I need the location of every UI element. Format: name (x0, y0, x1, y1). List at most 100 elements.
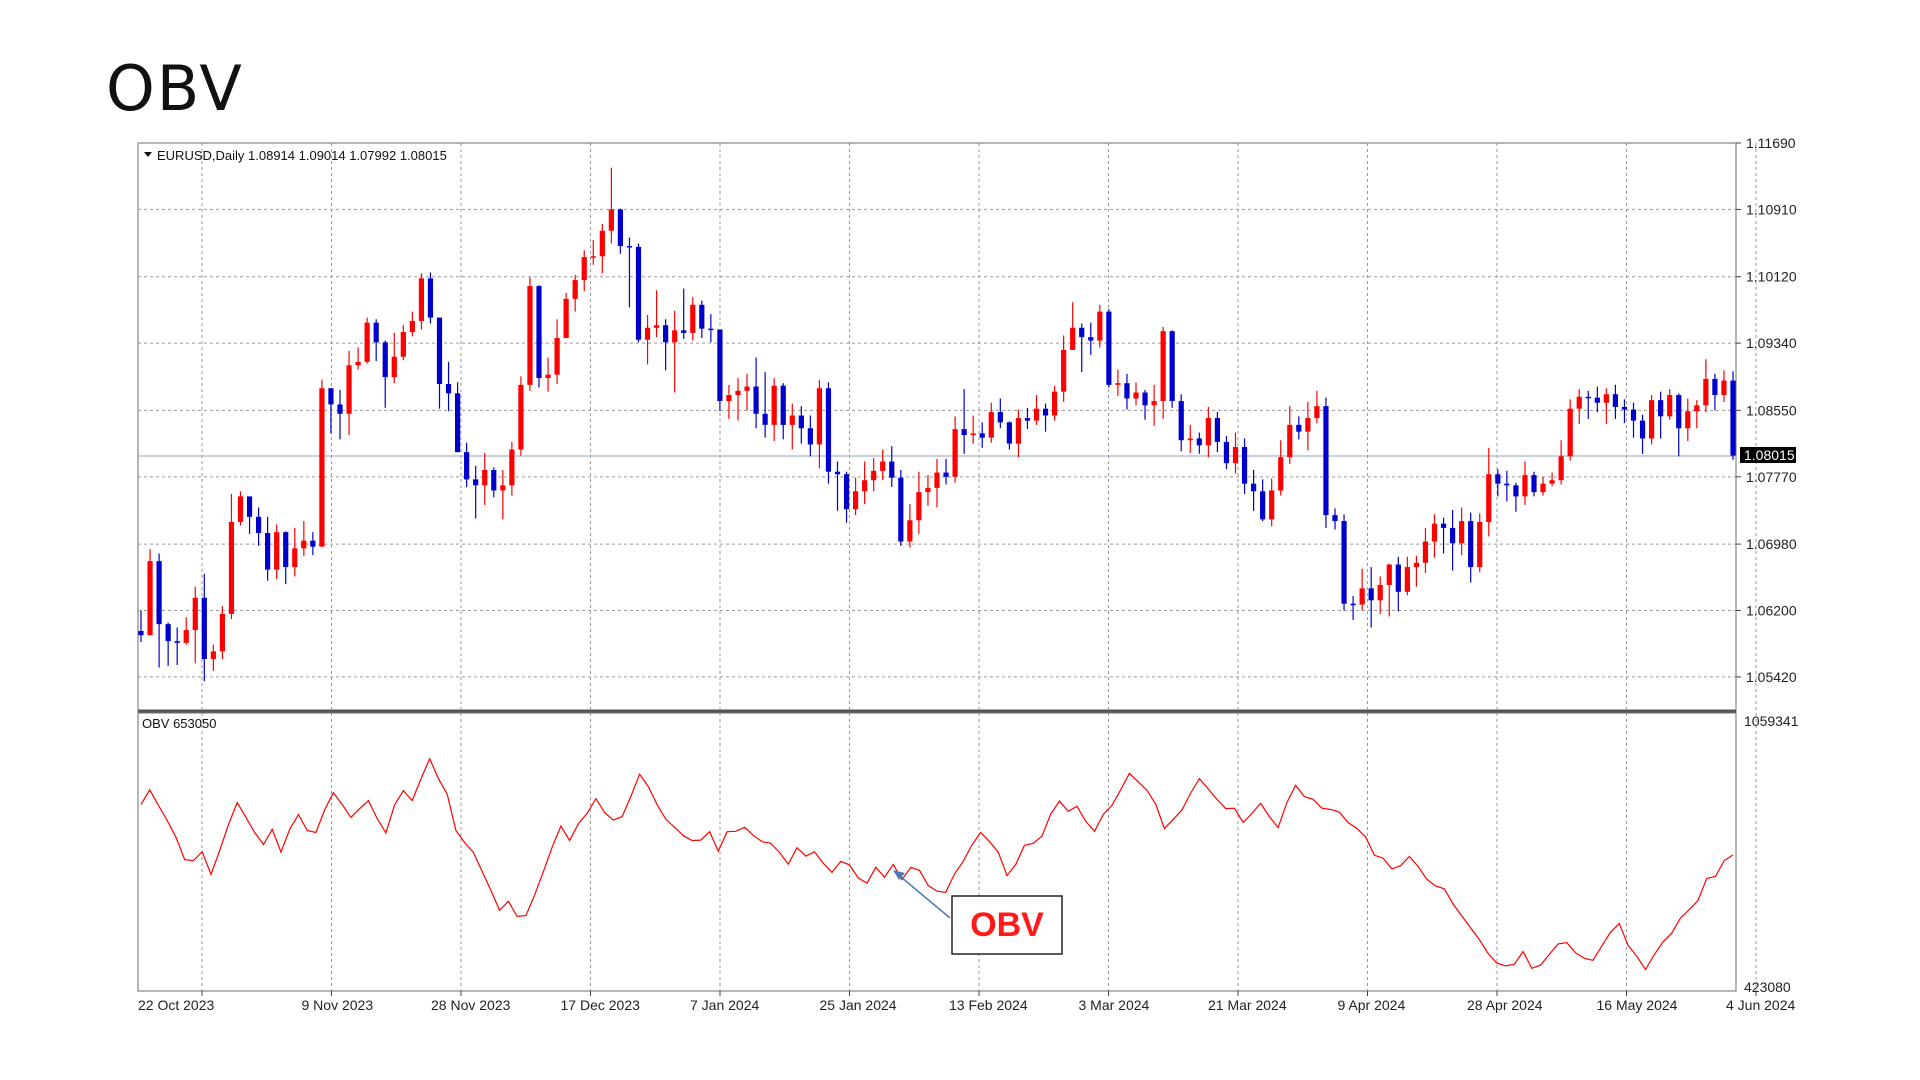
candle-body (1359, 588, 1365, 605)
candle-body (1486, 474, 1492, 522)
candle-body (852, 491, 859, 510)
y-tick-label: 1.10120 (1746, 269, 1797, 285)
candle-body (1142, 392, 1148, 406)
candle-body (1540, 483, 1546, 493)
chart-symbol-label: EURUSD,Daily 1.08914 1.09014 1.07992 1.0… (157, 148, 447, 163)
x-tick-label: 16 May 2024 (1597, 997, 1678, 1013)
candle-body (427, 278, 434, 318)
x-tick-label: 21 Mar 2024 (1208, 997, 1287, 1013)
candle-body (301, 540, 307, 549)
candle-body (1431, 523, 1438, 542)
y-tick-label: 1.08550 (1746, 402, 1797, 418)
candle-body (1070, 327, 1076, 350)
candle-body (1178, 401, 1184, 441)
candle-body (482, 470, 488, 486)
candle-body (1440, 523, 1447, 528)
candle-body (292, 548, 298, 568)
candle-body (690, 304, 696, 333)
candle-body (780, 385, 786, 425)
candle-body (1576, 396, 1582, 409)
y-tick-label: 1.06200 (1746, 603, 1797, 619)
candle-body (536, 286, 542, 379)
candle-body (744, 386, 750, 391)
candle-body (337, 404, 343, 414)
candle-body (1169, 331, 1175, 402)
candle-body (1368, 588, 1374, 601)
obv-tick-label: 1059341 (1744, 713, 1799, 729)
candle-body (1658, 400, 1664, 417)
candle-body (1567, 408, 1573, 457)
candle-body (1395, 564, 1401, 592)
obv-panel[interactable] (137, 712, 1737, 992)
candle-body (1214, 418, 1221, 442)
candle-body (1422, 541, 1429, 563)
candle-body (500, 485, 506, 491)
candle-body (138, 630, 144, 636)
candle-body (246, 496, 253, 517)
candle-body (283, 532, 289, 568)
candle-body (1603, 394, 1609, 403)
candle-body (1124, 383, 1130, 399)
candle-body (255, 516, 262, 534)
candle-body (400, 332, 406, 357)
candle-body (1459, 521, 1465, 544)
candle-body (409, 320, 415, 333)
candle-body (699, 304, 705, 329)
candle-body (1676, 395, 1682, 429)
candle-body (1513, 485, 1519, 497)
candle-body (608, 209, 614, 231)
candle-body (871, 470, 877, 481)
candle-body (1287, 424, 1293, 458)
chart-area[interactable]: 1.11690 1.10910 1.10120 1.09340 1.08550 1.077… (0, 0, 1920, 1080)
candle-body (274, 532, 280, 570)
candle-body (943, 472, 949, 477)
price-panel[interactable] (137, 142, 1737, 712)
candle-body (644, 327, 651, 340)
candle-body (1151, 401, 1157, 406)
candle-body (762, 413, 768, 425)
candle-body (798, 415, 804, 429)
candle-body (1061, 349, 1067, 392)
candle-body (1621, 406, 1628, 410)
candle-body (418, 278, 425, 321)
candle-body (735, 390, 741, 396)
candle-body (672, 330, 678, 343)
candle-body (1079, 327, 1085, 338)
candle-body (907, 520, 913, 542)
candle-body (708, 328, 714, 331)
candle-body (319, 388, 325, 547)
candle-body (174, 641, 180, 643)
candle-body (1187, 438, 1193, 441)
x-tick-label: 28 Nov 2023 (431, 997, 511, 1013)
candle-body (1558, 456, 1564, 481)
candle-body (599, 230, 605, 257)
candle-body (1594, 397, 1600, 403)
candle-body (1278, 457, 1284, 491)
candle-body (346, 365, 352, 414)
candle-body (1106, 311, 1112, 385)
y-tick-label: 1.06980 (1746, 536, 1797, 552)
x-tick-label: 13 Feb 2024 (949, 997, 1028, 1013)
candle-body (1097, 311, 1103, 341)
candle-body (681, 330, 687, 333)
y-tick-label: 1.10910 (1746, 201, 1797, 217)
candle-body (1386, 564, 1392, 585)
candle-body (1341, 521, 1347, 604)
candle-body (1504, 483, 1510, 486)
y-tick-label: 1.09340 (1746, 335, 1797, 351)
candle-body (1350, 603, 1356, 606)
candle-body (1639, 420, 1646, 439)
candle-body (518, 384, 524, 450)
candle-body (1160, 331, 1166, 402)
candle-body (1730, 380, 1736, 456)
candle-body (1305, 418, 1311, 432)
x-tick-label: 22 Oct 2023 (138, 997, 214, 1013)
candle-body (156, 561, 162, 625)
candle-body (1694, 405, 1700, 412)
candle-body (825, 388, 832, 472)
candle-body (1269, 490, 1275, 520)
candle-body (1196, 438, 1202, 446)
candle-body (572, 280, 578, 299)
candle-body (663, 325, 669, 343)
candle-body (554, 338, 560, 375)
